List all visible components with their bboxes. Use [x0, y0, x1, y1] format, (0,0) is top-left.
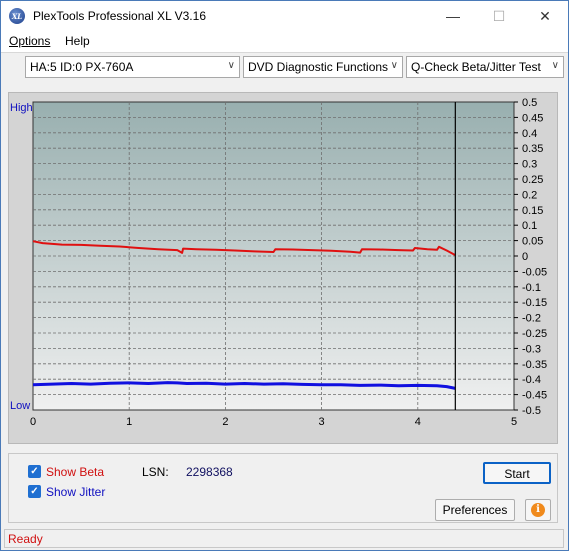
menu-options-label: Options	[9, 34, 51, 48]
lsn-value: 2298368	[186, 465, 233, 479]
y-tick-label: 0.3	[522, 159, 537, 171]
y-tick-label: 0.2	[522, 189, 537, 201]
x-tick-label: 1	[126, 416, 132, 428]
info-button[interactable]: i	[525, 499, 551, 521]
status-text: Ready	[8, 532, 43, 546]
title-bar: XL PlexTools Professional XL V3.16 — ☐ ✕	[1, 1, 568, 31]
show-jitter-checkbox[interactable]: ✓	[28, 485, 41, 498]
y-tick-label: -0.35	[522, 359, 547, 371]
x-tick-label: 4	[415, 416, 421, 428]
x-tick-label: 2	[222, 416, 228, 428]
test-select-value: Q-Check Beta/Jitter Test	[411, 60, 541, 74]
beta-jitter-chart: 0.5 0.45 0.4 0.35 0.3 0.25 0.2 0.15 0.1 0.05 0 -0.0…	[8, 92, 558, 444]
start-button[interactable]: Start	[483, 462, 551, 484]
status-bar: Ready	[4, 529, 564, 548]
controls-panel: ✓ Show Beta ✓ Show Jitter LSN: 2298368 S…	[8, 453, 558, 523]
window-title: PlexTools Professional XL V3.16	[33, 9, 206, 23]
y-tick-label: 0.5	[522, 97, 537, 109]
y-tick-label: -0.5	[522, 405, 541, 417]
y-tick-label: 0.35	[522, 143, 543, 155]
show-beta-checkbox[interactable]: ✓	[28, 465, 41, 478]
y-tick-label: 0.25	[522, 174, 543, 186]
info-icon: i	[531, 503, 545, 517]
lsn-label: LSN:	[142, 465, 169, 479]
chevron-down-icon: ∨	[551, 60, 559, 71]
y-tick-label: 0.1	[522, 220, 537, 232]
y-tick-label: -0.3	[522, 343, 541, 355]
menu-bar: Options Help	[1, 31, 568, 52]
y-tick-label: -0.15	[522, 297, 547, 309]
menu-help[interactable]: Help	[65, 34, 90, 48]
maximize-button[interactable]: ☐	[476, 1, 522, 31]
show-jitter-label[interactable]: Show Jitter	[46, 485, 105, 499]
y-tick-label: -0.25	[522, 328, 547, 340]
y-tick-label: 0.15	[522, 205, 543, 217]
y-tick-label: -0.4	[522, 374, 541, 386]
menu-help-label: Help	[65, 34, 90, 48]
drive-select[interactable]: HA:5 ID:0 PX-760A ∨	[25, 56, 240, 78]
close-button[interactable]: ✕	[522, 1, 568, 31]
chevron-down-icon: ∨	[390, 60, 398, 71]
app-logo-icon: XL	[9, 8, 25, 24]
drive-select-value: HA:5 ID:0 PX-760A	[30, 60, 134, 74]
y-tick-label: -0.1	[522, 282, 541, 294]
x-tick-label: 5	[511, 416, 517, 428]
axis-label-low: Low	[10, 400, 30, 412]
y-tick-label: 0	[522, 251, 528, 263]
menu-options[interactable]: Options	[9, 34, 50, 48]
toolbar: HA:5 ID:0 PX-760A ∨ DVD Diagnostic Funct…	[1, 52, 568, 80]
x-tick-label: 0	[30, 416, 36, 428]
test-select[interactable]: Q-Check Beta/Jitter Test ∨	[406, 56, 564, 78]
preferences-button[interactable]: Preferences	[435, 499, 515, 521]
axis-label-high: High	[10, 102, 33, 114]
function-select[interactable]: DVD Diagnostic Functions ∨	[243, 56, 403, 78]
y-tick-label: 0.45	[522, 112, 543, 124]
y-tick-label: 0.05	[522, 236, 543, 248]
chart-canvas: 0.5 0.45 0.4 0.35 0.3 0.25 0.2 0.15 0.1 0.05 0 -0.0…	[10, 97, 547, 428]
app-window: XL PlexTools Professional XL V3.16 — ☐ ✕…	[0, 0, 569, 551]
y-tick-label: -0.45	[522, 390, 547, 402]
y-tick-label: -0.05	[522, 266, 547, 278]
show-beta-label[interactable]: Show Beta	[46, 465, 104, 479]
x-tick-label: 3	[319, 416, 325, 428]
function-select-value: DVD Diagnostic Functions	[248, 60, 389, 74]
chevron-down-icon: ∨	[227, 60, 235, 71]
minimize-button[interactable]: —	[430, 1, 476, 31]
y-tick-label: -0.2	[522, 313, 541, 325]
y-tick-label: 0.4	[522, 128, 537, 140]
